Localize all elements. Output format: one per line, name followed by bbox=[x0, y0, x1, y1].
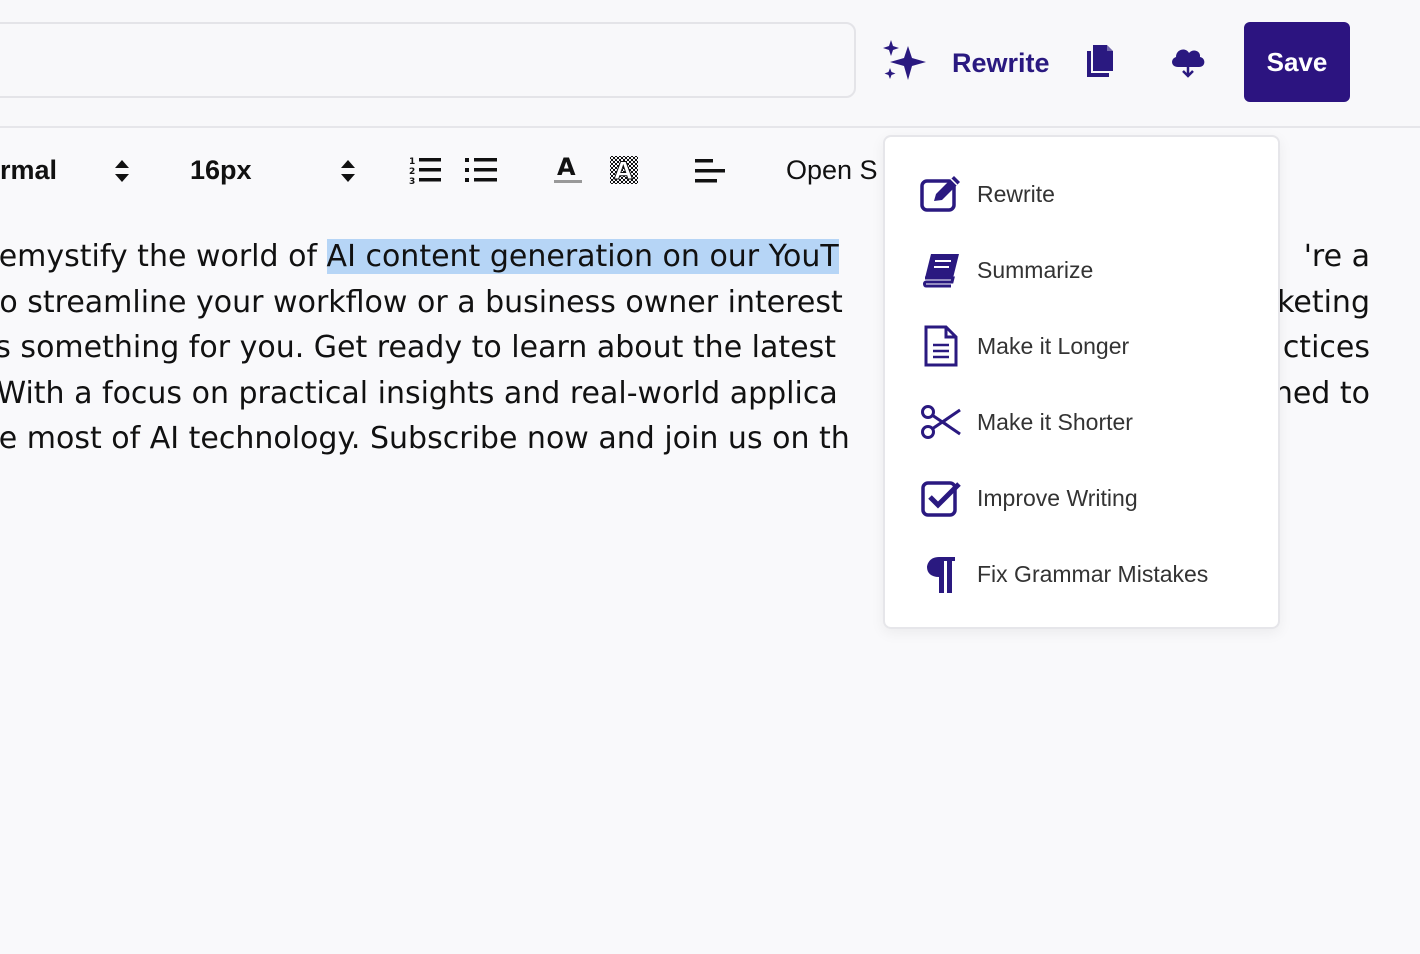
line-fragment: ctices bbox=[1282, 330, 1370, 365]
highlight-color-icon[interactable]: A bbox=[608, 152, 640, 186]
selected-text: AI content generation on our YouT bbox=[326, 239, 839, 274]
line-fragment: ned to bbox=[1273, 375, 1370, 411]
ai-rewrite-button[interactable]: Rewrite bbox=[880, 38, 1050, 88]
line-fragment: 're a bbox=[1303, 239, 1370, 274]
menu-item-label: Make it Shorter bbox=[977, 408, 1133, 435]
menu-item-summarize[interactable]: Summarize bbox=[885, 235, 1278, 305]
document-lines-icon bbox=[919, 324, 963, 368]
line-text: l has something for you. Get ready to le… bbox=[0, 330, 837, 365]
align-left-icon[interactable] bbox=[694, 156, 726, 186]
block-style-select[interactable]: rmal bbox=[0, 155, 57, 186]
line-text: to demystify the world of bbox=[0, 239, 318, 274]
ordered-list-icon[interactable]: 1 2 3 bbox=[408, 154, 442, 186]
text-color-icon[interactable]: A bbox=[552, 152, 584, 186]
menu-item-label: Make it Longer bbox=[977, 332, 1130, 359]
menu-item-rewrite[interactable]: Rewrite bbox=[885, 159, 1278, 229]
pencil-square-icon bbox=[919, 172, 963, 216]
svg-text:1: 1 bbox=[409, 157, 415, 167]
top-bar: Rewrite Save bbox=[0, 0, 1420, 128]
select-arrows-icon[interactable] bbox=[338, 158, 358, 184]
menu-item-make-longer[interactable]: Make it Longer bbox=[885, 311, 1278, 381]
line-text: ng to streamline your workflow or a busi… bbox=[0, 284, 843, 320]
editor-right-fragments: 're a keting ctices ned to bbox=[1274, 234, 1370, 416]
select-arrows-icon[interactable] bbox=[112, 158, 132, 184]
save-button[interactable]: Save bbox=[1244, 22, 1350, 102]
ai-rewrite-label: Rewrite bbox=[952, 47, 1050, 78]
svg-text:3: 3 bbox=[409, 177, 415, 185]
menu-item-label: Rewrite bbox=[977, 180, 1055, 207]
bullet-list-icon[interactable] bbox=[464, 154, 498, 186]
menu-item-fix-grammar[interactable]: Fix Grammar Mistakes bbox=[885, 539, 1278, 609]
ai-actions-menu: Rewrite Summarize Make it Longer Make it… bbox=[883, 135, 1280, 629]
menu-item-label: Improve Writing bbox=[977, 484, 1138, 511]
menu-item-improve-writing[interactable]: Improve Writing bbox=[885, 463, 1278, 533]
font-family-select[interactable]: Open S bbox=[786, 155, 878, 186]
svg-text:A: A bbox=[614, 157, 633, 185]
svg-text:A: A bbox=[557, 153, 576, 181]
menu-item-make-shorter[interactable]: Make it Shorter bbox=[885, 387, 1278, 457]
svg-text:2: 2 bbox=[409, 167, 415, 177]
line-text: on. With a focus on practical insights a… bbox=[0, 375, 838, 411]
cloud-download-icon[interactable] bbox=[1166, 40, 1210, 82]
pilcrow-icon bbox=[919, 552, 963, 596]
font-size-select[interactable]: 16px bbox=[190, 155, 252, 186]
book-icon bbox=[919, 248, 963, 292]
menu-item-label: Fix Grammar Mistakes bbox=[977, 560, 1209, 587]
menu-item-label: Summarize bbox=[977, 256, 1094, 283]
sparkles-icon bbox=[880, 38, 930, 88]
copy-document-icon[interactable] bbox=[1082, 40, 1118, 82]
title-input[interactable] bbox=[0, 22, 856, 98]
line-text: e the most of AI technology. Subscribe n… bbox=[0, 421, 850, 456]
line-fragment: keting bbox=[1277, 284, 1370, 320]
scissors-icon bbox=[919, 400, 963, 444]
check-square-icon bbox=[919, 476, 963, 520]
